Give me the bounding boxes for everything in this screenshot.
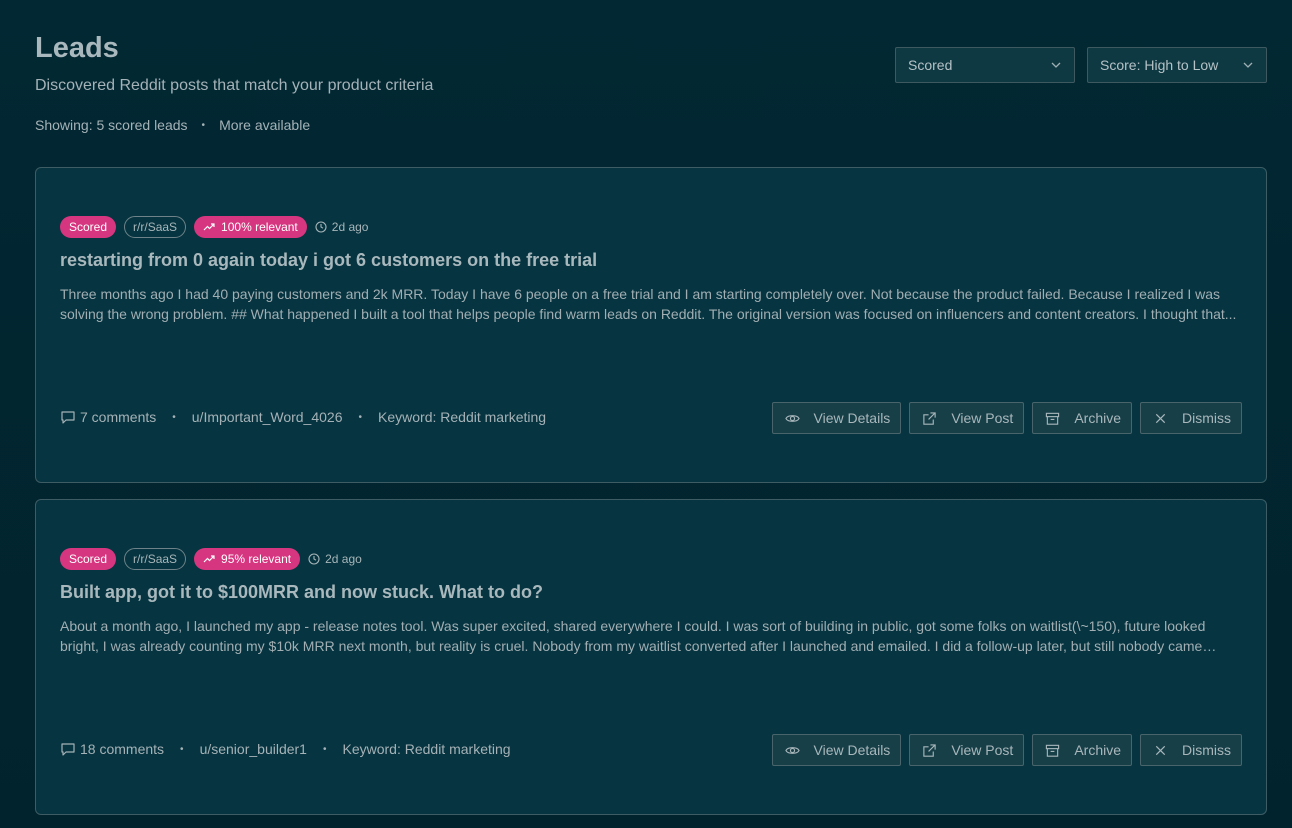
sort-value: Score: High to Low: [1100, 57, 1219, 73]
subreddit-badge[interactable]: r/r/SaaS: [124, 548, 187, 570]
post-meta: 7 comments • u/Important_Word_4026 • Key…: [60, 409, 546, 425]
status-filter-select[interactable]: Scored: [895, 47, 1075, 83]
post-age: 2d ago: [308, 552, 362, 566]
archive-icon: [1046, 412, 1060, 425]
post-excerpt: About a month ago, I launched my app - r…: [60, 618, 1206, 654]
filter-bar: Scored Score: High to Low: [895, 47, 1267, 83]
separator-dot: •: [322, 743, 327, 755]
view-post-button[interactable]: View Post: [909, 734, 1025, 766]
lead-card: Scored r/r/SaaS 100% relevant 2d ago res…: [35, 167, 1267, 483]
showing-count: Showing: 5 scored leads: [35, 117, 188, 133]
more-available: More available: [219, 117, 311, 133]
comments-label: 18 comments: [80, 741, 165, 757]
post-age-label: 2d ago: [331, 220, 369, 234]
page-header: Leads Discovered Reddit posts that match…: [35, 0, 1267, 166]
relevance-label: 100% relevant: [221, 220, 298, 234]
view-post-button[interactable]: View Post: [909, 402, 1025, 434]
lead-card: Scored r/r/SaaS 95% relevant 2d ago Buil…: [35, 499, 1267, 815]
post-meta: 18 comments • u/senior_builder1 • Keywor…: [60, 741, 511, 757]
leads-page: Leads Discovered Reddit posts that match…: [0, 0, 1292, 828]
separator-dot: •: [180, 743, 184, 755]
status-badge: Scored: [60, 216, 117, 238]
archive-icon: [1046, 744, 1060, 757]
chevron-down-icon: [1051, 62, 1061, 68]
post-author: u/senior_builder1: [199, 741, 307, 757]
dismiss-button[interactable]: Dismiss: [1140, 734, 1242, 766]
post-title[interactable]: restarting from 0 again today i got 6 cu…: [60, 250, 597, 271]
sort-select[interactable]: Score: High to Low: [1087, 47, 1267, 83]
trending-up-icon: [203, 555, 215, 563]
subreddit-badge[interactable]: r/r/SaaS: [124, 216, 187, 238]
dismiss-button[interactable]: Dismiss: [1140, 402, 1242, 434]
view-post-label: View Post: [951, 410, 1014, 426]
relevance-label: 95% relevant: [221, 552, 292, 566]
eye-icon: [784, 746, 800, 754]
post-excerpt: Three months ago I had 40 paying custome…: [60, 286, 1237, 322]
comments-label: 7 comments: [80, 409, 157, 425]
view-post-label: View Post: [951, 742, 1014, 758]
comment-icon: [61, 411, 75, 424]
lead-badges: Scored r/r/SaaS 100% relevant 2d ago: [60, 216, 368, 238]
dismiss-label: Dismiss: [1182, 410, 1231, 426]
clock-icon: [308, 553, 320, 565]
post-keyword: Keyword: Reddit marketing: [378, 409, 547, 425]
external-link-icon: [923, 743, 936, 757]
post-keyword: Keyword: Reddit marketing: [342, 741, 511, 757]
archive-label: Archive: [1074, 410, 1121, 426]
comments-count: 18 comments: [60, 741, 164, 757]
page-subtitle: Discovered Reddit posts that match your …: [35, 77, 434, 94]
comments-count: 7 comments: [60, 409, 156, 425]
archive-label: Archive: [1074, 742, 1121, 758]
trending-up-icon: [203, 223, 215, 231]
lead-actions: View Details View Post Archive Dismiss: [771, 734, 1242, 766]
chevron-down-icon: [1243, 62, 1253, 68]
post-author: u/Important_Word_4026: [191, 409, 343, 425]
lead-badges: Scored r/r/SaaS 95% relevant 2d ago: [60, 548, 362, 570]
clock-icon: [315, 221, 327, 233]
status-badge: Scored: [60, 548, 117, 570]
lead-actions: View Details View Post Archive Dismiss: [771, 402, 1242, 434]
archive-button[interactable]: Archive: [1032, 734, 1132, 766]
showing-summary: Showing: 5 scored leads • More available: [35, 117, 310, 133]
separator-dot: •: [358, 411, 363, 423]
view-details-label: View Details: [813, 742, 891, 758]
page-title: Leads: [35, 32, 119, 64]
eye-icon: [784, 414, 800, 422]
status-filter-value: Scored: [908, 57, 953, 73]
post-age-label: 2d ago: [325, 552, 362, 566]
separator-dot: •: [172, 411, 176, 423]
comment-icon: [61, 743, 75, 756]
view-details-label: View Details: [813, 410, 891, 426]
external-link-icon: [923, 411, 936, 425]
dismiss-label: Dismiss: [1182, 742, 1231, 758]
relevance-badge: 95% relevant: [194, 548, 301, 570]
post-age: 2d ago: [315, 220, 369, 234]
close-icon: [1155, 413, 1166, 423]
close-icon: [1155, 745, 1166, 755]
view-details-button[interactable]: View Details: [771, 402, 902, 434]
separator-dot: •: [201, 119, 206, 131]
relevance-badge: 100% relevant: [194, 216, 307, 238]
view-details-button[interactable]: View Details: [771, 734, 902, 766]
post-title[interactable]: Built app, got it to $100MRR and now stu…: [60, 582, 543, 603]
archive-button[interactable]: Archive: [1032, 402, 1132, 434]
